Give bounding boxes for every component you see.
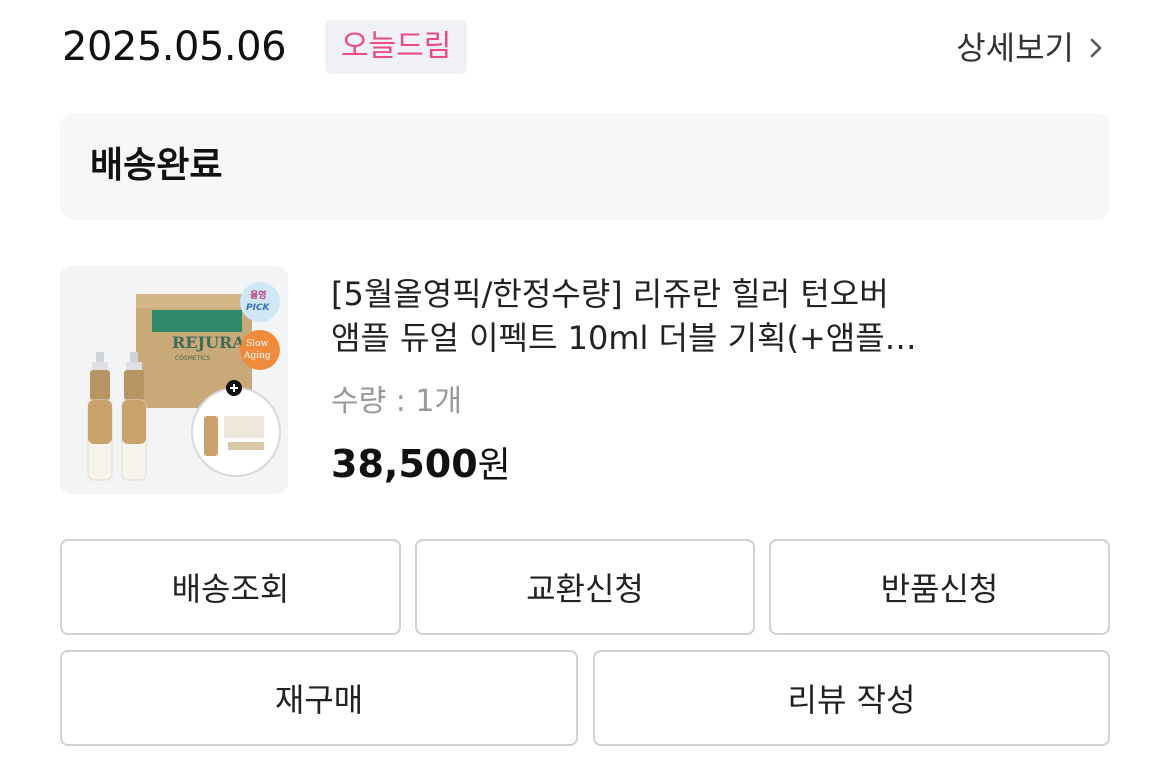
return-request-button[interactable]: 반품신청 (769, 539, 1110, 635)
price-unit: 원 (477, 445, 511, 486)
product-name-line1: [5월올영픽/한정수량] 리쥬란 힐러 턴오버 (331, 275, 889, 313)
price-value: 38,500 (331, 442, 478, 486)
product-price: 38,500원 (331, 440, 511, 490)
exchange-request-button[interactable]: 교환신청 (415, 539, 755, 635)
product-image: REJURAN COSMETICS 올영 PICK Slow Aging (60, 266, 288, 494)
order-date: 2025.05.06 (62, 24, 287, 70)
order-detail-label: 상세보기 (956, 29, 1074, 67)
product-quantity: 수량 : 1개 (331, 384, 463, 419)
reorder-button[interactable]: 재구매 (60, 650, 578, 746)
product-name-line2: 앰플 듀얼 이펙트 10ml 더블 기획(+앰플… (331, 319, 917, 357)
write-review-button[interactable]: 리뷰 작성 (593, 650, 1110, 746)
order-detail-link[interactable]: 상세보기 (956, 24, 1110, 72)
pick-badge-top: 올영 (250, 289, 267, 301)
slow-badge-top: Slow (246, 339, 268, 349)
brand-subtext: COSMETICS (175, 355, 210, 362)
pick-badge-bottom: PICK (246, 303, 271, 313)
delivery-status-label: 배송완료 (90, 145, 223, 186)
slow-badge-bottom: Aging (243, 351, 271, 361)
track-delivery-button[interactable]: 배송조회 (60, 539, 401, 635)
product-thumbnail[interactable]: REJURAN COSMETICS 올영 PICK Slow Aging (60, 266, 288, 494)
delivery-status-box: 배송완료 (60, 113, 1110, 220)
today-delivery-badge: 오늘드림 (325, 20, 468, 74)
chevron-right-icon (1090, 38, 1102, 58)
product-name[interactable]: [5월올영픽/한정수량] 리쥬란 힐러 턴오버 앰플 듀얼 이펙트 10ml 더… (331, 272, 991, 360)
